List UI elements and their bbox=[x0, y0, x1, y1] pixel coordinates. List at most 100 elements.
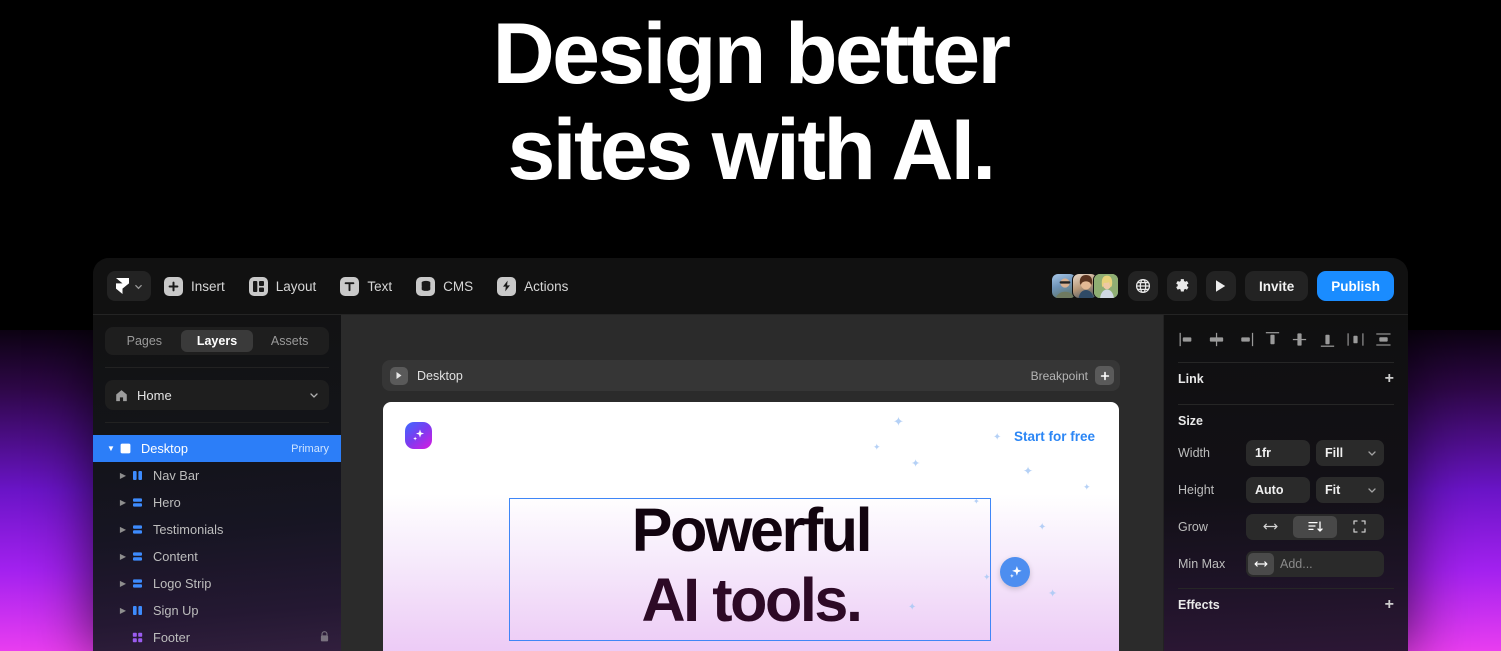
top-toolbar: Insert Layout Text CMS Actions Invite Pu… bbox=[93, 258, 1408, 315]
grow-stack-option[interactable] bbox=[1292, 515, 1338, 538]
layer-row-sign-up[interactable]: ▶ Sign Up bbox=[93, 597, 341, 624]
align-horizontal-center-icon[interactable] bbox=[1206, 330, 1227, 349]
grow-expand-option[interactable] bbox=[1337, 516, 1382, 538]
chevron-down-icon bbox=[1368, 487, 1376, 493]
minmax-placeholder[interactable]: Add... bbox=[1280, 557, 1313, 571]
ai-sparkle-badge[interactable] bbox=[405, 422, 432, 449]
heading-selection-box[interactable]: Powerful AI tools. bbox=[509, 495, 992, 641]
toolbar-item-layout[interactable]: Layout bbox=[240, 271, 328, 301]
globe-button[interactable] bbox=[1127, 271, 1158, 301]
sparkle-decoration: ✦ bbox=[1048, 588, 1058, 600]
preview-button[interactable] bbox=[1205, 271, 1236, 301]
grow-horizontal-icon bbox=[1263, 523, 1278, 530]
disclosure-triangle-icon[interactable]: ▶ bbox=[117, 525, 129, 534]
layer-row-footer[interactable]: Footer bbox=[93, 624, 341, 651]
layer-name: Hero bbox=[153, 495, 181, 510]
distribute-vertical-icon[interactable] bbox=[1373, 330, 1394, 349]
panel-tabs: Pages Layers Assets bbox=[105, 327, 329, 355]
settings-button[interactable] bbox=[1166, 271, 1197, 301]
tab-layers[interactable]: Layers bbox=[180, 330, 254, 352]
disclosure-triangle-icon[interactable]: ▶ bbox=[117, 498, 129, 507]
height-mode-select[interactable]: Fit bbox=[1316, 476, 1384, 503]
layer-name: Desktop bbox=[141, 441, 188, 456]
layer-name: Footer bbox=[153, 630, 190, 645]
breakpoint-name: Desktop bbox=[417, 368, 463, 383]
disclosure-triangle-icon[interactable]: ▼ bbox=[105, 444, 117, 453]
toolbar-item-text[interactable]: Text bbox=[331, 271, 403, 301]
disclosure-triangle-icon[interactable]: ▶ bbox=[117, 606, 129, 615]
height-label: Height bbox=[1178, 482, 1215, 497]
minmax-input-group[interactable]: Add... bbox=[1246, 550, 1384, 577]
size-section-header: Size bbox=[1178, 405, 1394, 437]
width-input[interactable]: 1fr bbox=[1246, 439, 1310, 466]
arrows-horizontal-icon[interactable] bbox=[1248, 552, 1274, 575]
link-section-header: Link + bbox=[1178, 363, 1394, 395]
play-icon[interactable] bbox=[390, 366, 408, 385]
align-right-icon[interactable] bbox=[1234, 330, 1255, 349]
publish-button[interactable]: Publish bbox=[1317, 271, 1394, 301]
add-breakpoint-button[interactable] bbox=[1095, 366, 1114, 385]
background-glow-right bbox=[1401, 330, 1501, 651]
toolbar-item-actions[interactable]: Actions bbox=[488, 271, 579, 301]
artboard[interactable]: Start for free ✦ ✦ ✦ ✦ ✦ ✦ ✦ ✦ ✦ ✦ ✦ Pow… bbox=[383, 402, 1119, 651]
distribute-horizontal-icon[interactable] bbox=[1345, 330, 1366, 349]
layer-row-logo-strip[interactable]: ▶ Logo Strip bbox=[93, 570, 341, 597]
layer-row-desktop[interactable]: ▼ Desktop Primary bbox=[93, 435, 341, 462]
layer-name: Sign Up bbox=[153, 603, 199, 618]
canvas-area[interactable]: Desktop Breakpoint Start for free ✦ ✦ ✦ … bbox=[341, 315, 1163, 651]
grow-expand-icon bbox=[1353, 520, 1366, 533]
height-input[interactable]: Auto bbox=[1246, 476, 1310, 503]
page-selector[interactable]: Home bbox=[105, 380, 329, 410]
layer-name: Logo Strip bbox=[153, 576, 212, 591]
toolbar-item-label: CMS bbox=[443, 278, 474, 294]
right-panel: Link + Size Width 1fr Fill Height Auto F… bbox=[1163, 315, 1408, 651]
layer-row-testimonials[interactable]: ▶ Testimonials bbox=[93, 516, 341, 543]
disclosure-triangle-icon[interactable]: ▶ bbox=[117, 552, 129, 561]
add-effect-button[interactable]: + bbox=[1385, 597, 1394, 613]
stack-horizontal-icon bbox=[133, 552, 142, 561]
sparkle-decoration: ✦ bbox=[873, 442, 881, 452]
layer-row-content[interactable]: ▶ Content bbox=[93, 543, 341, 570]
invite-button[interactable]: Invite bbox=[1244, 271, 1309, 301]
breakpoint-right-group: Breakpoint bbox=[1031, 366, 1114, 385]
app-window: Insert Layout Text CMS Actions Invite Pu… bbox=[93, 258, 1408, 651]
align-left-icon[interactable] bbox=[1178, 330, 1199, 349]
ai-cursor-badge[interactable] bbox=[1000, 557, 1030, 587]
sparkle-icon bbox=[413, 429, 425, 441]
artboard-heading: Powerful AI tools. bbox=[510, 495, 992, 635]
toolbar-item-cms[interactable]: CMS bbox=[407, 271, 484, 301]
layer-badge-primary: Primary bbox=[291, 442, 329, 455]
tab-pages[interactable]: Pages bbox=[108, 330, 181, 352]
frame-icon bbox=[120, 443, 131, 454]
width-mode-value: Fill bbox=[1325, 445, 1344, 460]
align-top-icon[interactable] bbox=[1262, 330, 1283, 349]
align-vertical-center-icon[interactable] bbox=[1289, 330, 1310, 349]
add-link-button[interactable]: + bbox=[1385, 371, 1394, 387]
lock-icon[interactable] bbox=[320, 629, 329, 647]
breakpoint-bar[interactable]: Desktop Breakpoint bbox=[382, 360, 1120, 391]
toolbar-item-label: Insert bbox=[191, 278, 225, 294]
toolbar-item-insert[interactable]: Insert bbox=[155, 271, 236, 301]
framer-logo-button[interactable] bbox=[107, 271, 151, 301]
minmax-field-row: Min Max Add... bbox=[1178, 548, 1394, 579]
collaborator-avatars[interactable] bbox=[1050, 273, 1119, 299]
gear-icon bbox=[1176, 279, 1189, 292]
layer-row-hero[interactable]: ▶ Hero bbox=[93, 489, 341, 516]
grow-label: Grow bbox=[1178, 519, 1208, 534]
disclosure-triangle-icon[interactable]: ▶ bbox=[117, 579, 129, 588]
breakpoint-label: Breakpoint bbox=[1030, 368, 1088, 383]
chevron-down-icon bbox=[1368, 450, 1376, 456]
grow-horizontal-option[interactable] bbox=[1248, 516, 1293, 538]
align-bottom-icon[interactable] bbox=[1317, 330, 1338, 349]
layer-row-nav-bar[interactable]: ▶ Nav Bar bbox=[93, 462, 341, 489]
alignment-toolbar bbox=[1178, 325, 1394, 353]
heading-line-1: Powerful bbox=[631, 496, 873, 564]
link-section-title: Link bbox=[1178, 372, 1204, 386]
disclosure-triangle-icon[interactable]: ▶ bbox=[117, 471, 129, 480]
avatar[interactable] bbox=[1092, 273, 1119, 299]
sparkle-decoration: ✦ bbox=[1038, 522, 1047, 533]
tab-assets[interactable]: Assets bbox=[253, 330, 326, 352]
sparkle-icon bbox=[1009, 565, 1022, 578]
start-for-free-link[interactable]: Start for free bbox=[1014, 429, 1095, 444]
width-mode-select[interactable]: Fill bbox=[1316, 439, 1384, 466]
